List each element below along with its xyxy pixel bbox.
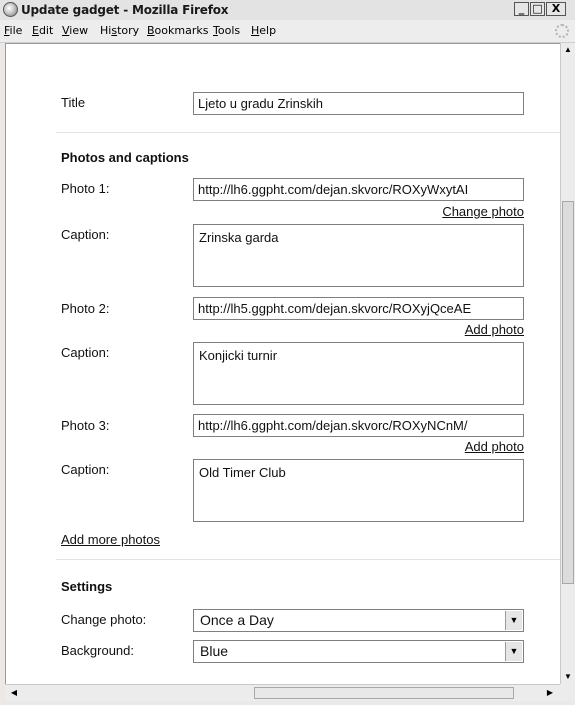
scroll-down-icon[interactable]: ▼ — [561, 670, 575, 684]
browser-window: Update gadget - Mozilla Firefox _ □ X Fi… — [0, 0, 575, 705]
menu-help[interactable]: Help — [251, 24, 276, 37]
horizontal-scrollbar[interactable]: ◀ ▶ — [5, 684, 560, 701]
menu-tools-label: Tools — [213, 24, 241, 37]
photo-1-label: Photo 1: — [61, 181, 110, 196]
menu-tools[interactable]: Tools — [213, 24, 240, 37]
photo-2-url-input[interactable]: http://lh5.ggpht.com/dejan.skvorc/ROXyjQ… — [193, 297, 524, 320]
menu-file-label: File — [4, 24, 23, 37]
scroll-right-icon[interactable]: ▶ — [543, 686, 557, 700]
caption-3-textarea[interactable]: Old Timer Club — [193, 459, 524, 522]
menu-bookmarks-label: Bookmarks — [147, 24, 209, 37]
menu-bookmarks[interactable]: Bookmarks — [147, 24, 208, 37]
menu-bar: File Edit View History Bookmarks Tools H… — [0, 20, 575, 43]
divider — [56, 132, 560, 133]
divider — [56, 559, 560, 560]
background-setting-label: Background: — [61, 643, 134, 658]
caption-2-textarea[interactable]: Konjicki turnir — [193, 342, 524, 405]
chevron-down-icon[interactable]: ▼ — [505, 642, 522, 661]
menu-view-label: View — [62, 24, 89, 37]
minimize-button[interactable]: _ — [514, 2, 529, 16]
caption-2-label: Caption: — [61, 345, 110, 360]
change-photo-select[interactable]: Once a Day ▼ — [193, 609, 524, 632]
firefox-icon — [3, 2, 18, 17]
maximize-button[interactable]: □ — [530, 2, 545, 16]
change-photo-select-value: Once a Day — [200, 612, 274, 628]
page-content: Title Ljeto u gradu Zrinskih Photos and … — [5, 43, 560, 684]
menu-history-label: History — [100, 24, 140, 37]
menu-view[interactable]: View — [62, 24, 88, 37]
menu-history[interactable]: History — [100, 24, 139, 37]
add-photo-2-link[interactable]: Add photo — [465, 322, 524, 337]
window-title: Update gadget - Mozilla Firefox — [21, 3, 229, 17]
settings-section-heading: Settings — [61, 579, 113, 594]
vertical-scroll-thumb[interactable] — [562, 201, 574, 584]
add-more-photos-link[interactable]: Add more photos — [61, 532, 160, 547]
menu-file[interactable]: File — [4, 24, 22, 37]
photos-section-heading: Photos and captions — [61, 150, 189, 165]
menu-edit[interactable]: Edit — [32, 24, 53, 37]
menu-help-label: Help — [251, 24, 277, 37]
add-photo-3-link[interactable]: Add photo — [465, 439, 524, 454]
caption-1-textarea[interactable]: Zrinska garda — [193, 224, 524, 287]
chevron-down-icon[interactable]: ▼ — [505, 611, 522, 630]
change-photo-link[interactable]: Change photo — [442, 204, 524, 219]
caption-1-label: Caption: — [61, 227, 110, 242]
title-label: Title — [61, 95, 86, 110]
resize-grip[interactable] — [560, 684, 575, 701]
caption-3-label: Caption: — [61, 462, 110, 477]
change-photo-setting-label: Change photo: — [61, 612, 147, 627]
vertical-scrollbar[interactable]: ▲ ▼ — [560, 43, 575, 684]
scroll-up-icon[interactable]: ▲ — [561, 43, 575, 57]
scroll-left-icon[interactable]: ◀ — [7, 686, 21, 700]
photo-1-url-input[interactable]: http://lh6.ggpht.com/dejan.skvorc/ROXyWx… — [193, 178, 524, 201]
photo-3-label: Photo 3: — [61, 418, 110, 433]
horizontal-scroll-thumb[interactable] — [254, 687, 514, 699]
menu-edit-label: Edit — [32, 24, 54, 37]
background-select-value: Blue — [200, 643, 229, 659]
photo-2-label: Photo 2: — [61, 301, 110, 316]
close-button[interactable]: X — [546, 2, 566, 16]
photo-3-url-input[interactable]: http://lh6.ggpht.com/dejan.skvorc/ROXyNC… — [193, 414, 524, 437]
background-select[interactable]: Blue ▼ — [193, 640, 524, 663]
title-input[interactable]: Ljeto u gradu Zrinskih — [193, 92, 524, 115]
title-bar: Update gadget - Mozilla Firefox _ □ X — [0, 0, 575, 21]
throbber-icon — [555, 24, 569, 38]
